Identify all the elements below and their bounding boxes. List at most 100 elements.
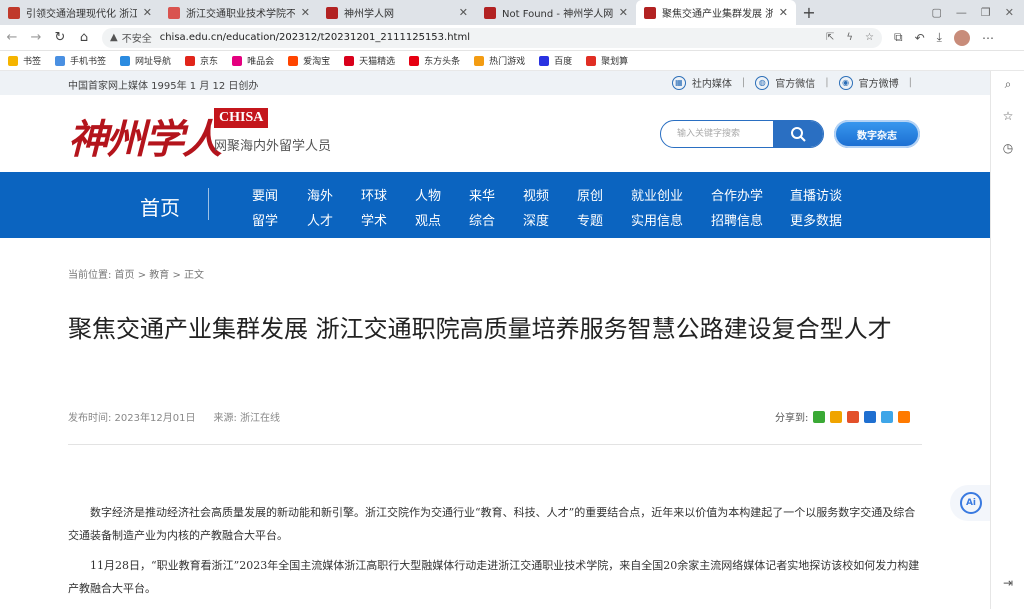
more-menu-icon[interactable]: ⋯ xyxy=(982,31,994,45)
wechat-link[interactable]: ◍ 官方微信 xyxy=(755,75,815,90)
tab-favicon-icon xyxy=(168,6,180,19)
new-tab-button[interactable]: + xyxy=(796,0,822,25)
address-bar-row: ← → ↻ ⌂ ▲ 不安全 chisa.edu.cn/education/202… xyxy=(0,25,1024,51)
profile-avatar[interactable] xyxy=(953,29,970,46)
browser-tab[interactable]: 浙江交通职业技术学院不断为 ✕ xyxy=(160,0,318,25)
bookmark-label: 网址导航 xyxy=(135,57,172,67)
nav-item[interactable]: 原创 xyxy=(577,185,603,204)
main-nav: 首页 要闻 海外 环球 人物 来华 视频 原创 就业创业 合作办学 直播访谈 留学 人才 学术 观点 综合… xyxy=(0,172,990,238)
extensions-icon[interactable]: ⧉ xyxy=(894,30,903,45)
browser-tab[interactable]: 聚焦交通产业集群发展 浙江交 ✕ xyxy=(636,0,796,25)
bookmark-icon xyxy=(120,55,131,66)
tencent-share-icon[interactable] xyxy=(881,410,894,423)
forward-icon[interactable]: → xyxy=(24,30,48,45)
logo-badge: CHISA xyxy=(214,108,269,128)
renren-share-icon[interactable] xyxy=(864,410,877,423)
bookmark-label: 百度 xyxy=(554,57,573,67)
nav-item[interactable]: 学术 xyxy=(361,210,387,229)
nav-item[interactable]: 要闻 xyxy=(252,185,278,204)
ai-icon: Ai xyxy=(960,492,982,514)
article-paragraph: 11月28日，“职业教育看浙江”2023年全国主流媒体浙江高职行大型融媒体行动走… xyxy=(68,559,920,595)
close-window-icon[interactable]: ✕ xyxy=(1005,6,1014,19)
star-icon[interactable]: ☆ xyxy=(1001,109,1015,123)
nav-item[interactable]: 观点 xyxy=(415,210,441,229)
home-icon[interactable]: ⌂ xyxy=(72,30,96,45)
bookmark-item[interactable]: 京东 xyxy=(185,54,218,67)
history-icon[interactable]: ◷ xyxy=(1001,141,1015,155)
tab-title: 聚焦交通产业集群发展 浙江交 xyxy=(662,9,773,20)
share-bar: 分享到: xyxy=(775,409,911,424)
grid-icon: ▦ xyxy=(671,75,686,90)
bookmark-item[interactable]: 天猫精选 xyxy=(344,54,395,67)
close-tab-icon[interactable]: ✕ xyxy=(301,6,310,19)
flash-icon[interactable]: ϟ xyxy=(846,32,853,43)
qzone-share-icon[interactable] xyxy=(830,410,843,423)
maximize-icon[interactable]: ❐ xyxy=(981,6,991,19)
nav-item[interactable]: 海外 xyxy=(307,185,333,204)
close-tab-icon[interactable]: ✕ xyxy=(619,6,628,19)
minimize-icon[interactable]: — xyxy=(956,6,967,19)
bookmark-item[interactable]: 手机书签 xyxy=(55,54,106,67)
nav-item[interactable]: 实用信息 xyxy=(631,210,683,229)
url-field[interactable]: ▲ 不安全 chisa.edu.cn/education/202312/t202… xyxy=(102,27,882,48)
browser-tab[interactable]: 神州学人网 ✕ xyxy=(318,0,476,25)
nav-item[interactable]: 合作办学 xyxy=(711,185,763,204)
reload-icon[interactable]: ↻ xyxy=(48,30,72,45)
nav-item[interactable]: 环球 xyxy=(361,185,387,204)
close-tab-icon[interactable]: ✕ xyxy=(779,6,788,19)
bookmark-item[interactable]: 爱淘宝 xyxy=(288,54,330,67)
weibo-link[interactable]: ◉ 官方微博 xyxy=(838,75,899,90)
bookmark-item[interactable]: 书签 xyxy=(8,54,41,67)
back-icon[interactable]: ← xyxy=(0,30,24,45)
nav-item[interactable]: 人才 xyxy=(307,210,333,229)
bookmark-icon xyxy=(55,55,66,66)
digital-magazine-button[interactable]: 数字杂志 xyxy=(834,120,920,148)
tab-title: 神州学人网 xyxy=(344,9,394,20)
download-icon[interactable]: ⤓ xyxy=(937,30,942,45)
collections-icon[interactable]: ▢ xyxy=(932,6,942,19)
bookmark-item[interactable]: 东方头条 xyxy=(409,54,460,67)
search-button[interactable] xyxy=(773,121,823,147)
undo-icon[interactable]: ↶ xyxy=(915,31,925,45)
nav-item[interactable]: 直播访谈 xyxy=(790,185,842,204)
close-tab-icon[interactable]: ✕ xyxy=(459,6,468,19)
browser-tab[interactable]: 引领交通治理现代化 浙江交通 ✕ xyxy=(0,0,160,25)
nav-item[interactable]: 人物 xyxy=(415,185,441,204)
nav-item[interactable]: 招聘信息 xyxy=(711,210,763,229)
bookmarks-bar: 书签 手机书签 网址导航 京东 唯品会 爱淘宝 天猫精选 东方头条 热门游戏 百度 聚划算 xyxy=(0,51,1024,71)
nav-item[interactable]: 更多数据 xyxy=(790,210,842,229)
weibo-share-icon[interactable] xyxy=(847,410,860,423)
wechat-icon: ◍ xyxy=(755,75,770,90)
search-input[interactable]: 输入关键字搜索 xyxy=(661,121,773,147)
bookmark-item[interactable]: 百度 xyxy=(539,54,572,67)
nav-item[interactable]: 综合 xyxy=(469,210,495,229)
share-label: 分享到: xyxy=(775,413,809,424)
close-tab-icon[interactable]: ✕ xyxy=(143,6,152,19)
bookmark-icon xyxy=(232,55,243,66)
bookmark-item[interactable]: 热门游戏 xyxy=(474,54,525,67)
bookmark-label: 爱淘宝 xyxy=(303,57,331,67)
nav-home[interactable]: 首页 xyxy=(140,192,180,221)
weibo-icon: ◉ xyxy=(838,75,853,90)
bookmark-item[interactable]: 网址导航 xyxy=(120,54,171,67)
nav-item[interactable]: 视频 xyxy=(523,185,549,204)
search-icon[interactable]: ⌕ xyxy=(1001,77,1015,91)
nav-item[interactable]: 深度 xyxy=(523,210,549,229)
expand-panel-icon[interactable]: ⇥ xyxy=(1001,576,1015,590)
bookmark-label: 天猫精选 xyxy=(359,57,396,67)
bookmark-item[interactable]: 唯品会 xyxy=(232,54,274,67)
ai-assistant-button[interactable]: Ai xyxy=(950,485,990,521)
favorite-star-icon[interactable]: ☆ xyxy=(865,32,874,43)
nav-item[interactable]: 就业创业 xyxy=(631,185,683,204)
wechat-share-icon[interactable] xyxy=(813,410,826,423)
internal-media-link[interactable]: ▦ 社内媒体 xyxy=(671,75,732,90)
nav-item[interactable]: 专题 xyxy=(577,210,603,229)
bookmark-item[interactable]: 聚划算 xyxy=(586,54,628,67)
browser-tab[interactable]: Not Found - 神州学人网 ✕ xyxy=(476,0,636,25)
more-share-icon[interactable] xyxy=(898,410,911,423)
tab-favicon-icon xyxy=(484,6,496,19)
nav-item[interactable]: 留学 xyxy=(252,210,278,229)
site-logo[interactable]: 神州学人 xyxy=(68,107,222,165)
nav-item[interactable]: 来华 xyxy=(469,185,495,204)
open-in-app-icon[interactable]: ⇱ xyxy=(826,32,834,43)
